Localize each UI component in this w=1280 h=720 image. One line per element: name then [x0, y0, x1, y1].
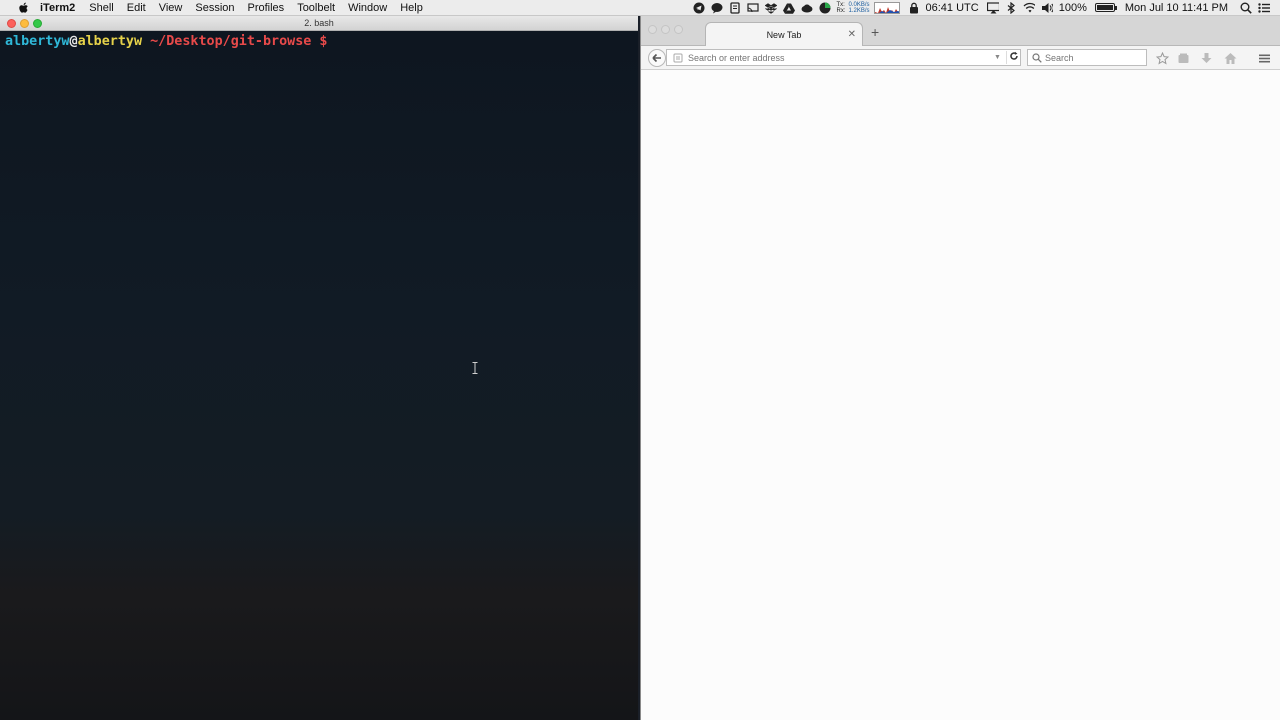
network-rx-label: Rx:: [836, 7, 846, 14]
firefox-window: New Tab ✕ + ▼: [640, 16, 1280, 720]
tab-new-tab[interactable]: New Tab ✕: [705, 22, 863, 47]
iterm-window: 2. bash albertyw@albertyw ~/Desktop/git-…: [0, 16, 638, 720]
firefox-tab-strip[interactable]: New Tab ✕ +: [641, 16, 1280, 47]
search-input[interactable]: [1045, 52, 1162, 63]
menu-edit[interactable]: Edit: [127, 2, 146, 14]
menu-help[interactable]: Help: [400, 2, 423, 14]
document-icon[interactable]: [729, 1, 741, 14]
network-monitor[interactable]: Tx: Rx: 0.0KB/s 1.2KB/s: [837, 2, 870, 14]
search-bar[interactable]: [1027, 49, 1162, 66]
bookmarks-menu-icon[interactable]: [1176, 51, 1190, 65]
firefox-zoom-button[interactable]: [674, 25, 683, 34]
menu-view[interactable]: View: [159, 2, 183, 14]
navigation-toolbar: ▼: [641, 46, 1280, 70]
spotlight-search-icon[interactable]: [1240, 2, 1252, 14]
prompt-symbol: $: [311, 34, 328, 49]
iterm-window-controls: [7, 19, 46, 28]
downloads-icon[interactable]: [1199, 51, 1213, 65]
apple-menu-icon[interactable]: [14, 2, 32, 14]
home-icon[interactable]: [1223, 51, 1237, 65]
drive-cloud-icon[interactable]: [801, 2, 813, 14]
browser-content-area[interactable]: [641, 70, 1280, 720]
menu-shell[interactable]: Shell: [89, 2, 113, 14]
firefox-window-controls: [648, 25, 687, 34]
menu-toolbelt[interactable]: Toolbelt: [297, 2, 335, 14]
menu-bar: iTerm2 Shell Edit View Session Profiles …: [0, 0, 1280, 16]
airplay-icon[interactable]: [986, 1, 999, 14]
battery-fill: [1096, 5, 1113, 10]
page-info-icon[interactable]: [671, 53, 685, 63]
utc-clock[interactable]: 06:41 UTC: [926, 2, 979, 14]
new-tab-button[interactable]: +: [871, 24, 879, 40]
app-menu-iterm2[interactable]: iTerm2: [40, 2, 75, 14]
terminal-session[interactable]: albertyw@albertyw ~/Desktop/git-browse $: [0, 31, 638, 720]
volume-icon[interactable]: [1041, 2, 1053, 14]
reload-button[interactable]: [1006, 51, 1020, 64]
url-history-dropdown-icon[interactable]: ▼: [994, 54, 1006, 61]
google-drive-icon[interactable]: [782, 2, 795, 14]
minimize-window-button[interactable]: [20, 19, 29, 28]
cast-screen-icon[interactable]: [746, 2, 759, 14]
pie-chart-icon[interactable]: [819, 2, 831, 14]
status-area: Tx: Rx: 0.0KB/s 1.2KB/s 06:41 UTC 100% M…: [693, 0, 1280, 16]
tab-close-icon[interactable]: ✕: [848, 29, 856, 40]
reload-icon: [1009, 51, 1018, 60]
back-button[interactable]: [648, 49, 666, 67]
battery-percentage[interactable]: 100%: [1059, 2, 1087, 14]
prompt-path: ~/Desktop/git-browse: [142, 34, 312, 49]
iterm-window-title: 2. bash: [304, 18, 334, 28]
bluetooth-icon[interactable]: [1005, 1, 1017, 14]
network-rx-value: 1.2KB/s: [848, 7, 870, 14]
url-bar[interactable]: ▼: [666, 49, 1021, 66]
prompt-user: albertyw: [5, 34, 70, 49]
prompt-host: albertyw: [77, 34, 143, 49]
dropbox-icon[interactable]: [764, 2, 777, 14]
tab-title: New Tab: [766, 30, 802, 40]
telegram-icon[interactable]: [693, 2, 705, 14]
firefox-close-button[interactable]: [648, 25, 657, 34]
menu-profiles[interactable]: Profiles: [248, 2, 285, 14]
notification-center-icon[interactable]: [1258, 2, 1270, 14]
url-input[interactable]: [688, 52, 994, 63]
bookmark-star-icon[interactable]: [1155, 51, 1169, 65]
wifi-icon[interactable]: [1023, 2, 1035, 14]
zoom-window-button[interactable]: [33, 19, 42, 28]
hamburger-menu-icon[interactable]: [1257, 51, 1271, 65]
terminal-prompt-line: albertyw@albertyw ~/Desktop/git-browse $: [5, 34, 633, 49]
battery-icon[interactable]: [1094, 3, 1117, 12]
cpu-graph-icon: [874, 6, 899, 13]
cpu-graph[interactable]: [873, 1, 900, 14]
firefox-minimize-button[interactable]: [661, 25, 670, 34]
back-arrow-icon: [652, 53, 661, 63]
close-window-button[interactable]: [7, 19, 16, 28]
chat-bubble-icon[interactable]: [711, 2, 723, 14]
search-icon: [1032, 52, 1042, 63]
prompt-at: @: [69, 34, 78, 49]
date-time[interactable]: Mon Jul 10 11:41 PM: [1125, 2, 1228, 14]
menu-window[interactable]: Window: [348, 2, 387, 14]
lock-icon[interactable]: [908, 2, 920, 14]
iterm-titlebar[interactable]: 2. bash: [0, 16, 638, 31]
text-cursor-icon: [472, 362, 478, 374]
menu-session[interactable]: Session: [195, 2, 234, 14]
